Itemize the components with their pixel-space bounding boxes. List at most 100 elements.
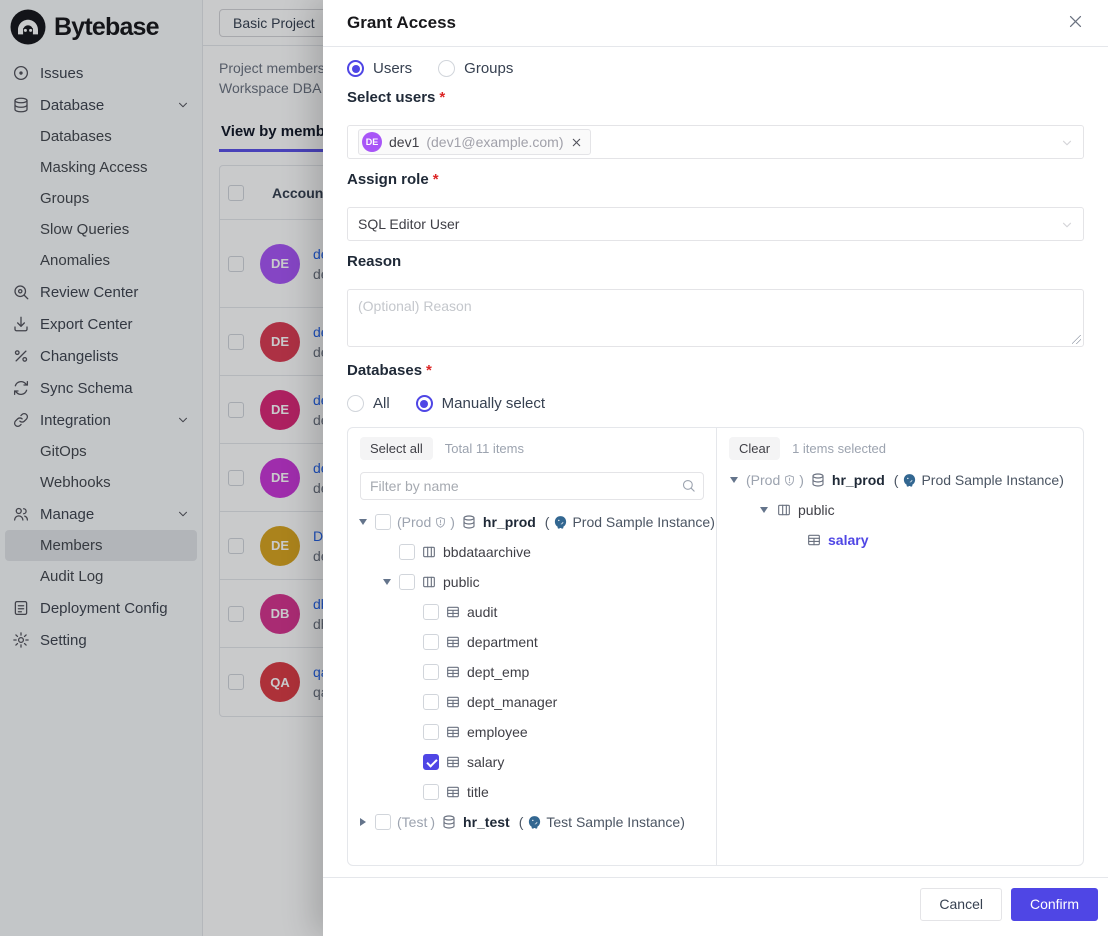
environment-tag: (Prod) (746, 472, 804, 488)
picker-right-header: Clear 1 items selected (717, 428, 1083, 460)
select-all-button[interactable]: Select all (360, 437, 433, 460)
required-asterisk: * (439, 89, 445, 106)
tree-checkbox-department[interactable] (423, 634, 439, 650)
environment-tag: (Test) (397, 814, 435, 830)
tree-checkbox-dept_emp[interactable] (423, 664, 439, 680)
table-icon (445, 784, 461, 800)
tree-caret-icon[interactable] (727, 477, 740, 483)
tree-node-hr_prod[interactable]: (Prod) hr_prod (Prod Sample Instance) (352, 507, 712, 537)
confirm-button[interactable]: Confirm (1011, 888, 1098, 921)
tree-checkbox-salary[interactable] (423, 754, 439, 770)
tree-node-label: audit (467, 604, 497, 620)
radio-label: All (373, 395, 390, 412)
tree-node-label: hr_test (463, 814, 510, 830)
radio-label: Manually select (442, 395, 545, 412)
database-picker-source: Select all Total 11 items (Prod)hr_prod(… (348, 428, 717, 865)
tree-node-department[interactable]: department (352, 627, 712, 657)
tree-checkbox-public[interactable] (399, 574, 415, 590)
tree-node-label: dept_manager (467, 694, 557, 710)
tree-node-public[interactable]: public (721, 495, 1079, 525)
total-items-label: Total 11 items (445, 441, 524, 456)
clear-button[interactable]: Clear (729, 437, 780, 460)
radio-label: Groups (464, 60, 513, 77)
instance-tag: (Prod Sample Instance) (894, 472, 1064, 488)
radio-icon[interactable] (347, 395, 364, 412)
filter-field (360, 472, 704, 500)
radio-icon[interactable] (438, 60, 455, 77)
assign-role-value: SQL Editor User (358, 216, 459, 232)
tree-caret-icon[interactable] (757, 507, 770, 513)
tree-node-hr_prod[interactable]: (Prod) hr_prod (Prod Sample Instance) (721, 465, 1079, 495)
tree-checkbox-title[interactable] (423, 784, 439, 800)
tree-caret-icon[interactable] (356, 519, 369, 525)
tree-node-label: dept_emp (467, 664, 529, 680)
selected-user-chip: DE dev1 (dev1@example.com) (358, 129, 591, 155)
tree-node-label: title (467, 784, 489, 800)
database-scope-option-all[interactable]: All (347, 395, 390, 412)
reason-textarea[interactable] (347, 289, 1084, 347)
remove-user-icon[interactable] (571, 137, 582, 148)
tree-node-employee[interactable]: employee (352, 717, 712, 747)
instance-tag: (Test Sample Instance) (519, 814, 685, 830)
tree-node-label: salary (828, 532, 868, 548)
tree-node-label: public (443, 574, 480, 590)
tree-node-hr_test[interactable]: (Test) hr_test (Test Sample Instance) (352, 807, 712, 837)
tree-node-dept_manager[interactable]: dept_manager (352, 687, 712, 717)
tree-node-label: hr_prod (832, 472, 885, 488)
tree-checkbox-hr_test[interactable] (375, 814, 391, 830)
tree-checkbox-employee[interactable] (423, 724, 439, 740)
tree-node-label: salary (467, 754, 504, 770)
tree-node-title[interactable]: title (352, 777, 712, 807)
database-picker: Select all Total 11 items (Prod)hr_prod(… (347, 427, 1084, 866)
table-icon (445, 604, 461, 620)
schema-icon (421, 574, 437, 590)
tree-node-label: hr_prod (483, 514, 536, 530)
required-asterisk: * (426, 362, 432, 379)
radio-icon[interactable] (347, 60, 364, 77)
tree-node-salary[interactable]: salary (352, 747, 712, 777)
member-scope-option-groups[interactable]: Groups (438, 60, 513, 77)
required-asterisk: * (433, 171, 439, 188)
tree-node-label: employee (467, 724, 528, 740)
postgresql-icon (553, 515, 568, 530)
selected-tree: (Prod) hr_prod (Prod Sample Instance) publi… (717, 460, 1083, 865)
tree-checkbox-dept_manager[interactable] (423, 694, 439, 710)
reason-label: Reason (347, 253, 1084, 270)
table-icon (806, 532, 822, 548)
member-scope-option-users[interactable]: Users (347, 60, 412, 77)
database-tree: (Prod) hr_prod (Prod Sample Instance) bbdat… (348, 502, 716, 865)
tree-checkbox-hr_prod[interactable] (375, 514, 391, 530)
instance-tag: (Prod Sample Instance) (545, 514, 715, 530)
environment-tag: (Prod) (397, 514, 455, 530)
cancel-button[interactable]: Cancel (920, 888, 1002, 921)
table-icon (445, 664, 461, 680)
database-scope-radios: All Manually select (347, 395, 1084, 412)
resize-handle[interactable] (1072, 335, 1081, 344)
radio-icon[interactable] (416, 395, 433, 412)
table-icon (445, 724, 461, 740)
table-icon (445, 694, 461, 710)
tree-caret-icon[interactable] (356, 818, 369, 826)
radio-label: Users (373, 60, 412, 77)
selected-user-email: (dev1@example.com) (426, 134, 563, 150)
tree-caret-icon[interactable] (380, 579, 393, 585)
select-users-input[interactable]: DE dev1 (dev1@example.com) (347, 125, 1084, 159)
schema-icon (421, 544, 437, 560)
close-icon[interactable] (1067, 13, 1084, 33)
tree-node-bbdataarchive[interactable]: bbdataarchive (352, 537, 712, 567)
tree-node-dept_emp[interactable]: dept_emp (352, 657, 712, 687)
tree-node-audit[interactable]: audit (352, 597, 712, 627)
database-scope-option-manually-select[interactable]: Manually select (416, 395, 545, 412)
tree-node-label: department (467, 634, 538, 650)
assign-role-select[interactable]: SQL Editor User (347, 207, 1084, 241)
search-icon (681, 478, 696, 496)
table-icon (445, 634, 461, 650)
tree-checkbox-bbdataarchive[interactable] (399, 544, 415, 560)
tree-node-public[interactable]: public (352, 567, 712, 597)
modal-footer: Cancel Confirm (323, 877, 1108, 936)
postgresql-icon (902, 473, 917, 488)
filter-input[interactable] (360, 472, 704, 500)
tree-node-salary[interactable]: salary (721, 525, 1079, 555)
tree-checkbox-audit[interactable] (423, 604, 439, 620)
database-icon (441, 814, 457, 830)
